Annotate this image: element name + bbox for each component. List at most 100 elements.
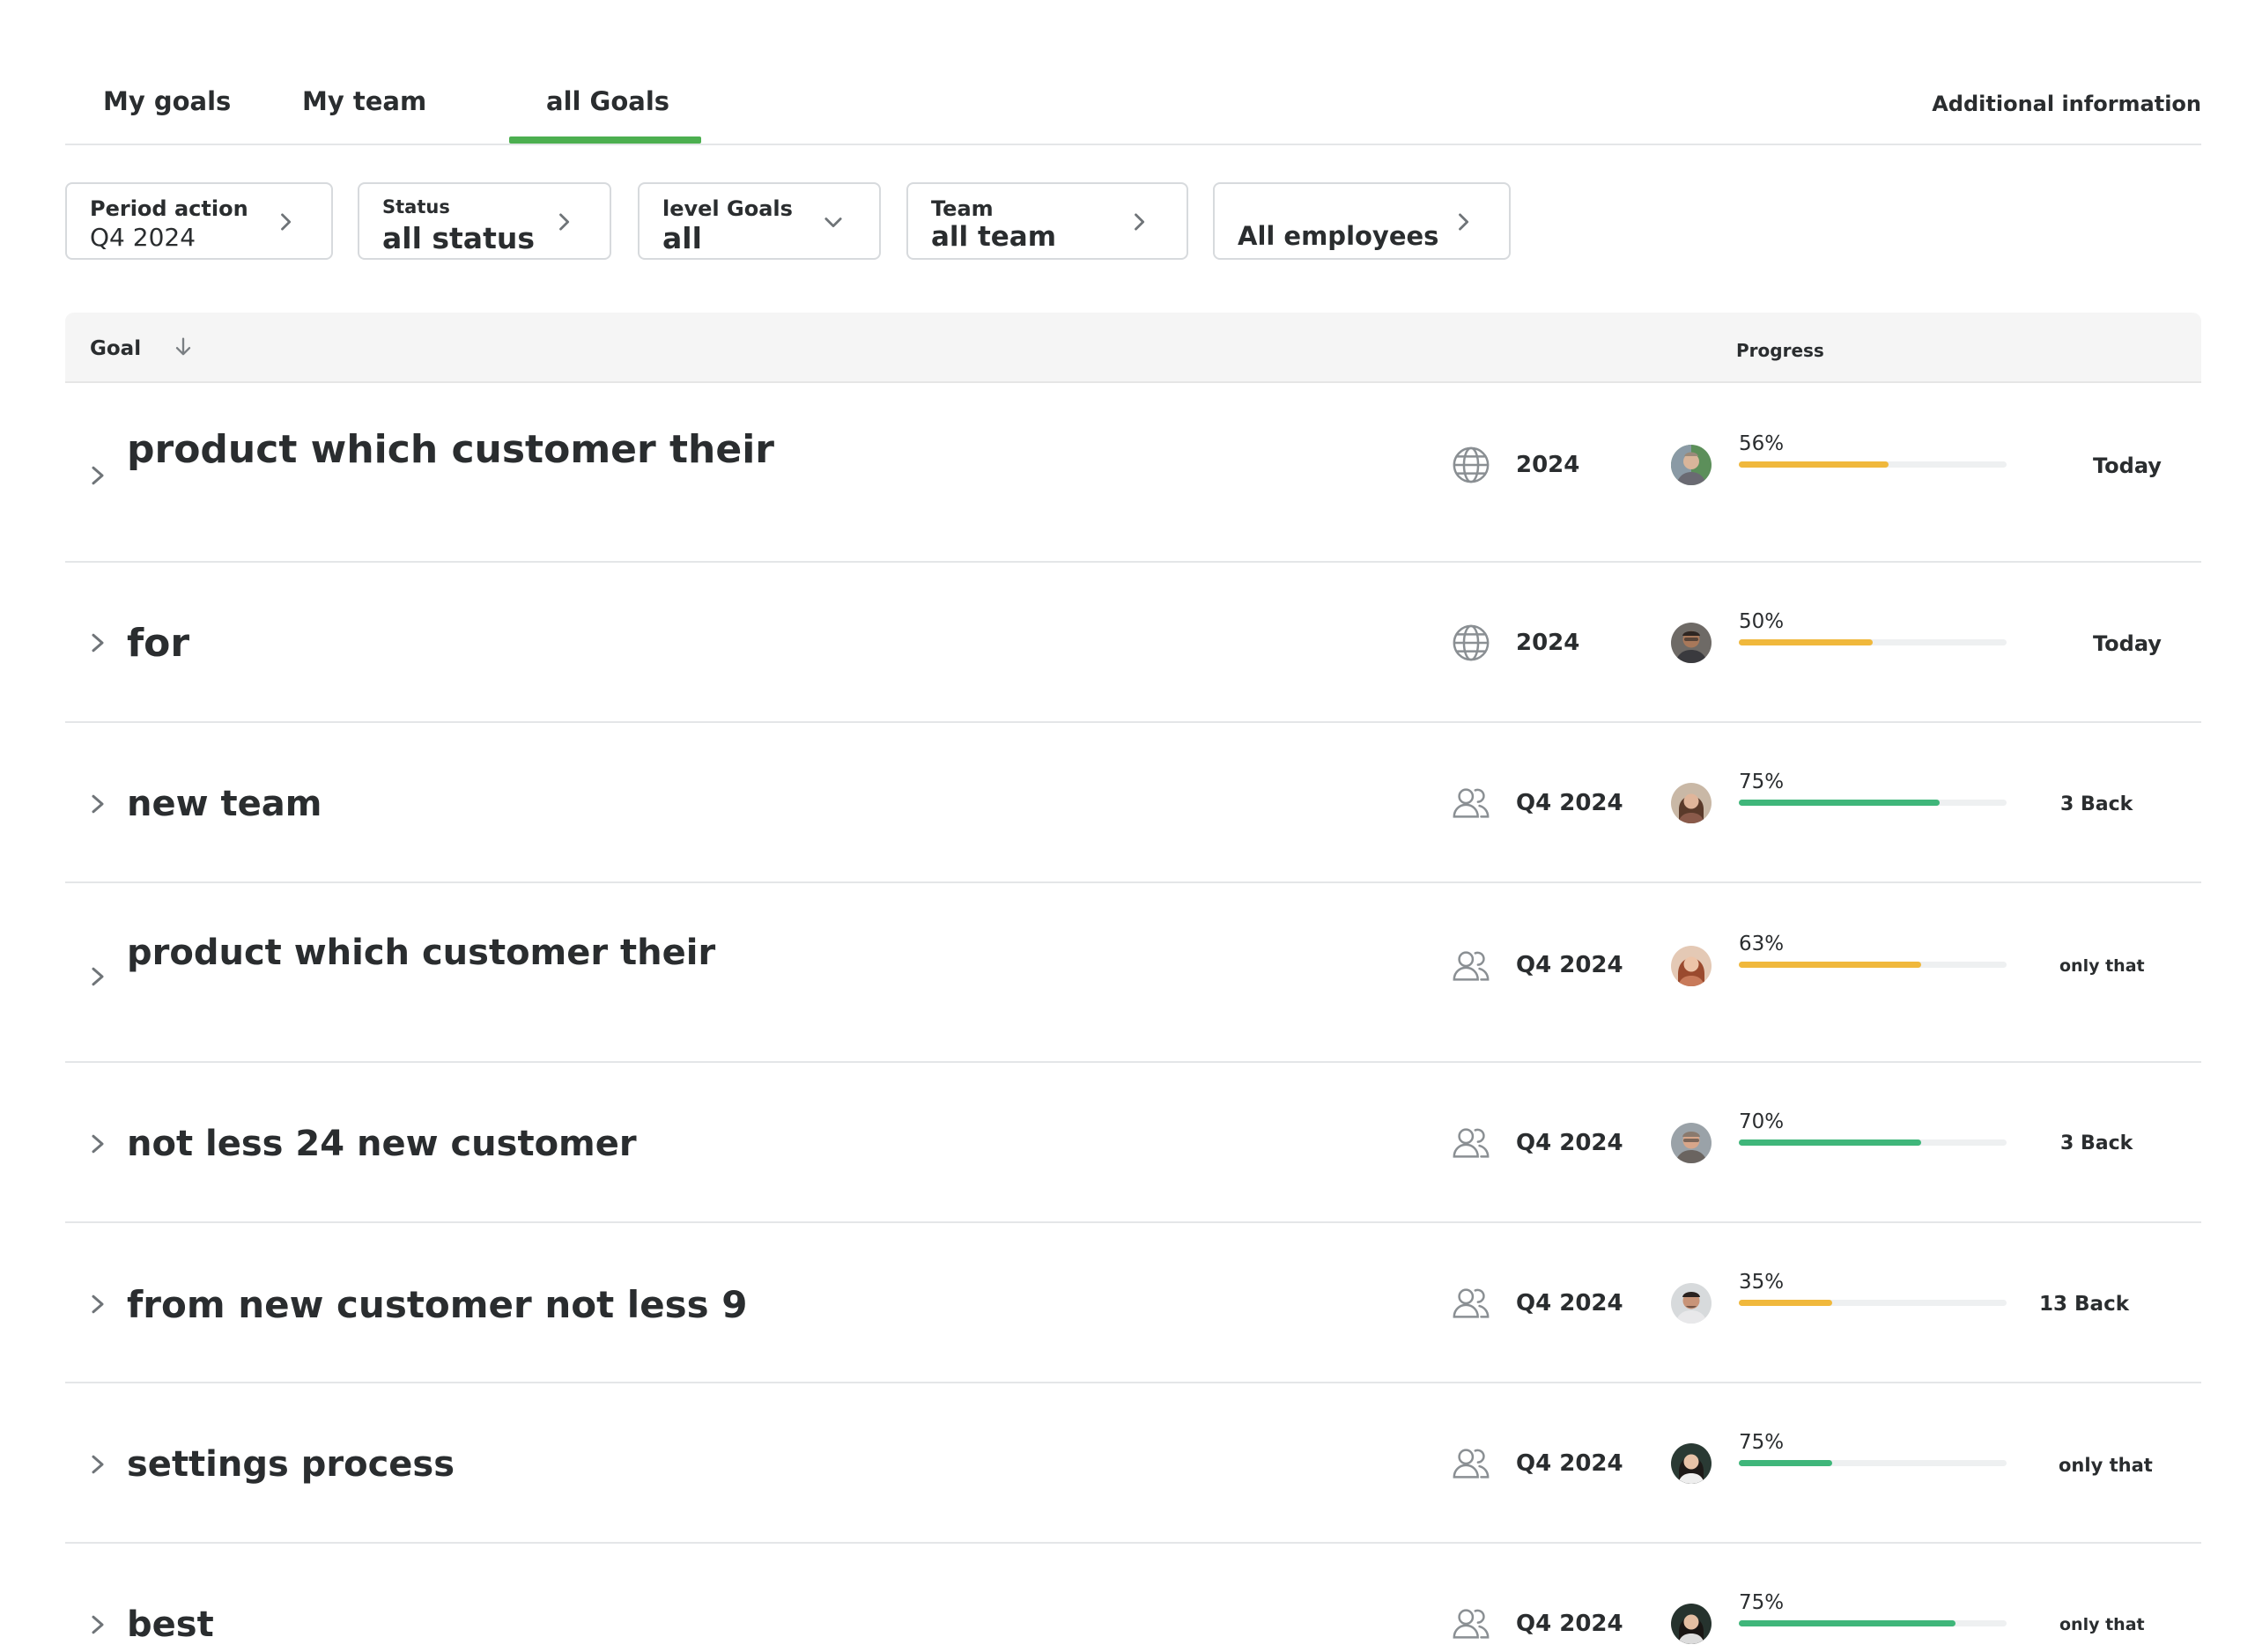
chevron-right-icon[interactable] [88, 630, 107, 656]
tab-all-goals[interactable]: all Goals [546, 86, 669, 116]
due-label: 3 Back [2060, 1132, 2133, 1154]
due-label: Today [2093, 631, 2162, 656]
goal-period: Q4 2024 [1516, 1611, 1623, 1637]
table-row[interactable]: from new customer not less 9 Q4 2024 35%… [65, 1223, 2201, 1383]
progress-percent: 70% [1739, 1110, 1785, 1133]
progress-track [1739, 1139, 2007, 1146]
chevron-right-icon[interactable] [88, 1451, 107, 1478]
filter-status-value: all status [382, 221, 535, 255]
table-row[interactable]: not less 24 new customer Q4 2024 70% 3 B… [65, 1063, 2201, 1223]
chevron-right-icon[interactable] [88, 1291, 107, 1317]
chevron-right-icon [1459, 213, 1469, 231]
goal-title[interactable]: new team [127, 784, 322, 824]
team-icon [1453, 951, 1490, 981]
chevron-right-icon [1135, 213, 1145, 231]
avatar[interactable] [1671, 623, 1712, 663]
filter-employees[interactable]: All employees [1213, 182, 1511, 260]
avatar-image [1671, 1123, 1712, 1163]
team-icon [1453, 1288, 1490, 1318]
goal-period: Q4 2024 [1516, 1290, 1623, 1316]
progress-track [1739, 800, 2007, 806]
goal-title[interactable]: settings process [127, 1444, 455, 1485]
chevron-right-icon [281, 213, 292, 231]
filter-level-value: all [662, 221, 702, 255]
goal-period: Q4 2024 [1516, 952, 1623, 978]
avatar-image [1671, 1283, 1712, 1324]
goal-title[interactable]: product which customer their [127, 427, 774, 472]
filter-period[interactable]: Period action Q4 2024 [65, 182, 333, 260]
filter-employees-value: All employees [1238, 221, 1439, 251]
chevron-right-icon[interactable] [88, 1611, 107, 1638]
due-label: only that [2059, 1455, 2153, 1476]
goal-title[interactable]: from new customer not less 9 [127, 1283, 748, 1326]
tab-my-goals[interactable]: My goals [103, 86, 231, 116]
due-label: Today [2093, 454, 2162, 478]
progress-percent: 35% [1739, 1271, 1785, 1294]
goal-period: Q4 2024 [1516, 1130, 1623, 1156]
progress-percent: 50% [1739, 610, 1785, 633]
goal-period: 2024 [1516, 630, 1580, 656]
avatar[interactable] [1671, 445, 1712, 485]
progress-percent: 75% [1739, 1431, 1785, 1454]
chevron-right-icon[interactable] [88, 1131, 107, 1157]
progress-track [1739, 639, 2007, 645]
filter-team[interactable]: Team all team [906, 182, 1188, 260]
globe-icon [1453, 624, 1490, 661]
goal-title[interactable]: for [127, 621, 189, 666]
filter-period-label: Period action [90, 196, 248, 221]
globe-icon [1453, 446, 1490, 483]
progress-fill [1739, 962, 1921, 968]
avatar-image [1671, 623, 1712, 663]
avatar-image [1671, 783, 1712, 823]
goals-app: My goals My team all Goals Additional in… [0, 0, 2255, 1652]
due-label: only that [2059, 956, 2145, 976]
table-row[interactable]: for 2024 50% Today [65, 563, 2201, 723]
tab-my-team[interactable]: My team [302, 86, 426, 116]
table-row[interactable]: product which customer their 2024 56% To… [65, 383, 2201, 563]
due-label: only that [2059, 1615, 2145, 1634]
avatar[interactable] [1671, 1604, 1712, 1644]
avatar[interactable] [1671, 1283, 1712, 1324]
filter-period-value: Q4 2024 [90, 223, 196, 252]
goal-period: 2024 [1516, 452, 1580, 478]
avatar-image [1671, 1604, 1712, 1644]
table-row[interactable]: settings process Q4 2024 75% only that [65, 1383, 2201, 1544]
progress-track [1739, 1300, 2007, 1306]
filter-team-value: all team [931, 221, 1057, 253]
progress-fill [1739, 1300, 1833, 1306]
table-row[interactable]: product which customer their Q4 2024 63%… [65, 883, 2201, 1063]
chevron-right-icon[interactable] [88, 791, 107, 817]
additional-information-link[interactable]: Additional information [1932, 92, 2201, 116]
team-icon [1453, 788, 1490, 818]
progress-track [1739, 962, 2007, 968]
tab-bar: My goals My team all Goals Additional in… [65, 0, 2201, 145]
progress-fill [1739, 639, 1873, 645]
avatar-image [1671, 1443, 1712, 1484]
goal-title[interactable]: not less 24 new customer [127, 1124, 637, 1164]
progress-fill [1739, 461, 1889, 468]
chevron-down-icon [824, 218, 842, 228]
avatar[interactable] [1671, 783, 1712, 823]
team-icon [1453, 1128, 1490, 1158]
goal-title[interactable]: best [127, 1604, 214, 1645]
progress-fill [1739, 800, 1940, 806]
filter-level[interactable]: level Goals all [638, 182, 881, 260]
column-header-goal: Goal [90, 337, 142, 360]
progress-percent: 56% [1739, 432, 1785, 455]
chevron-right-icon[interactable] [88, 963, 107, 990]
sort-arrow-down-icon[interactable] [171, 334, 196, 360]
chevron-right-icon[interactable] [88, 462, 107, 489]
team-icon [1453, 1449, 1490, 1479]
table-row[interactable]: best Q4 2024 75% only that [65, 1544, 2201, 1652]
progress-track [1739, 1460, 2007, 1466]
filter-status[interactable]: Status all status [358, 182, 611, 260]
avatar[interactable] [1671, 946, 1712, 986]
avatar[interactable] [1671, 1123, 1712, 1163]
avatar[interactable] [1671, 1443, 1712, 1484]
goal-title[interactable]: product which customer their [127, 933, 715, 973]
chevron-right-icon [559, 213, 570, 231]
due-label: 3 Back [2060, 793, 2133, 815]
table-row[interactable]: new team Q4 2024 75% 3 Back [65, 723, 2201, 883]
filter-level-label: level Goals [662, 196, 793, 221]
goal-period: Q4 2024 [1516, 790, 1623, 816]
